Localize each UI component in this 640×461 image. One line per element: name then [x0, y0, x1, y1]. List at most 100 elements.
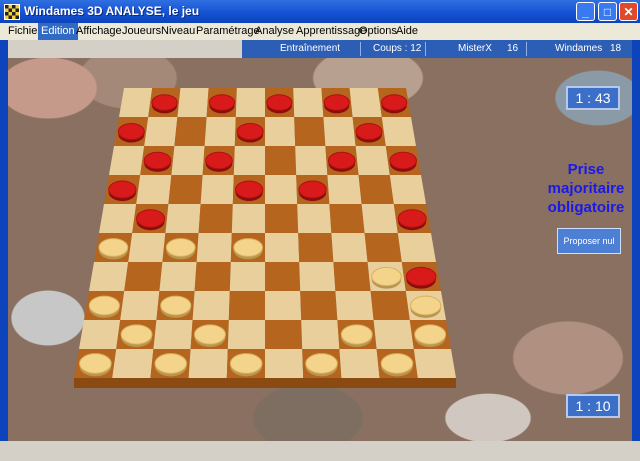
board-square[interactable] — [265, 204, 299, 233]
board-square[interactable] — [228, 291, 265, 320]
board-square[interactable] — [231, 204, 265, 233]
board-square[interactable] — [293, 88, 324, 117]
board-square[interactable] — [112, 349, 154, 378]
board-square[interactable] — [200, 175, 234, 204]
red-piece[interactable] — [381, 94, 408, 114]
white-piece[interactable] — [410, 295, 442, 318]
board-square[interactable] — [335, 291, 374, 320]
board-square[interactable] — [323, 117, 356, 146]
board-square[interactable] — [227, 320, 265, 349]
board-square[interactable] — [265, 146, 297, 175]
board-square[interactable] — [381, 117, 416, 146]
menu-item-analyse[interactable]: Analyse — [252, 23, 297, 40]
red-piece[interactable] — [397, 209, 427, 231]
white-piece[interactable] — [371, 266, 402, 289]
red-piece[interactable] — [236, 122, 264, 143]
propose-draw-button[interactable]: Proposer nul — [557, 228, 621, 254]
board-square[interactable] — [373, 320, 414, 349]
white-piece[interactable] — [120, 324, 153, 348]
board-square[interactable] — [301, 320, 340, 349]
white-piece[interactable] — [160, 295, 192, 318]
board-square[interactable] — [370, 291, 410, 320]
board-square[interactable] — [194, 262, 231, 291]
white-piece[interactable] — [380, 353, 414, 377]
board-square[interactable] — [192, 291, 230, 320]
board-square[interactable] — [355, 146, 390, 175]
board-square[interactable] — [295, 146, 328, 175]
red-piece[interactable] — [327, 151, 356, 172]
board-square[interactable] — [358, 175, 394, 204]
board-square[interactable] — [265, 117, 296, 146]
board-square[interactable] — [109, 146, 145, 175]
board-square[interactable] — [299, 262, 336, 291]
red-piece[interactable] — [234, 180, 264, 201]
board-square[interactable] — [198, 204, 233, 233]
red-piece[interactable] — [117, 122, 145, 143]
white-piece[interactable] — [229, 353, 263, 377]
board-square[interactable] — [331, 233, 368, 262]
board-square[interactable] — [128, 233, 166, 262]
board-square[interactable] — [79, 320, 121, 349]
board-square[interactable] — [188, 349, 228, 378]
board-square[interactable] — [329, 204, 365, 233]
board-square[interactable] — [265, 175, 298, 204]
red-piece[interactable] — [355, 122, 383, 143]
red-piece[interactable] — [298, 180, 327, 201]
board-square[interactable] — [265, 349, 304, 378]
board-square[interactable] — [327, 175, 362, 204]
board-square[interactable] — [298, 233, 334, 262]
board-square[interactable] — [294, 117, 326, 146]
white-piece[interactable] — [79, 353, 112, 377]
board-square[interactable] — [196, 233, 232, 262]
board-square[interactable] — [297, 204, 332, 233]
board-square[interactable] — [153, 320, 193, 349]
red-piece[interactable] — [208, 94, 236, 114]
board-square[interactable] — [233, 146, 265, 175]
board-square[interactable] — [339, 349, 380, 378]
board-square[interactable] — [364, 233, 402, 262]
board-square[interactable] — [300, 291, 338, 320]
board-square[interactable] — [265, 291, 302, 320]
board-square[interactable] — [361, 204, 398, 233]
red-piece[interactable] — [405, 266, 437, 289]
board-square[interactable] — [99, 204, 137, 233]
red-piece[interactable] — [205, 151, 233, 172]
red-piece[interactable] — [151, 94, 178, 114]
board-square[interactable] — [171, 146, 205, 175]
board-square[interactable] — [265, 262, 301, 291]
board-square[interactable] — [165, 204, 201, 233]
maximize-button[interactable]: □ — [598, 2, 617, 21]
red-piece[interactable] — [389, 151, 417, 172]
board-square[interactable] — [265, 320, 303, 349]
white-piece[interactable] — [193, 324, 226, 348]
menu-item-affichage[interactable]: Affichage — [73, 23, 125, 40]
board-square[interactable] — [235, 88, 265, 117]
board-square[interactable] — [174, 117, 207, 146]
menu-item-edition[interactable]: Edition — [38, 23, 78, 40]
checkers-board[interactable] — [74, 88, 456, 388]
board-square[interactable] — [168, 175, 203, 204]
board-square[interactable] — [159, 262, 197, 291]
close-button[interactable]: ✕ — [619, 2, 638, 21]
board-square[interactable] — [349, 88, 382, 117]
white-piece[interactable] — [305, 353, 338, 377]
white-piece[interactable] — [233, 238, 264, 260]
red-piece[interactable] — [323, 94, 350, 114]
board-square[interactable] — [89, 262, 129, 291]
white-piece[interactable] — [165, 238, 196, 260]
board-square[interactable] — [204, 117, 236, 146]
red-piece[interactable] — [108, 180, 137, 201]
board-square[interactable] — [177, 88, 209, 117]
board-square[interactable] — [124, 262, 163, 291]
white-piece[interactable] — [88, 295, 120, 318]
board-square[interactable] — [397, 233, 436, 262]
red-piece[interactable] — [143, 151, 172, 172]
board-square[interactable] — [265, 233, 300, 262]
white-piece[interactable] — [340, 324, 373, 348]
board-square[interactable] — [333, 262, 371, 291]
red-piece[interactable] — [136, 209, 166, 231]
board-square[interactable] — [389, 175, 426, 204]
board-square[interactable] — [144, 117, 178, 146]
red-piece[interactable] — [266, 94, 293, 114]
white-piece[interactable] — [414, 324, 447, 348]
